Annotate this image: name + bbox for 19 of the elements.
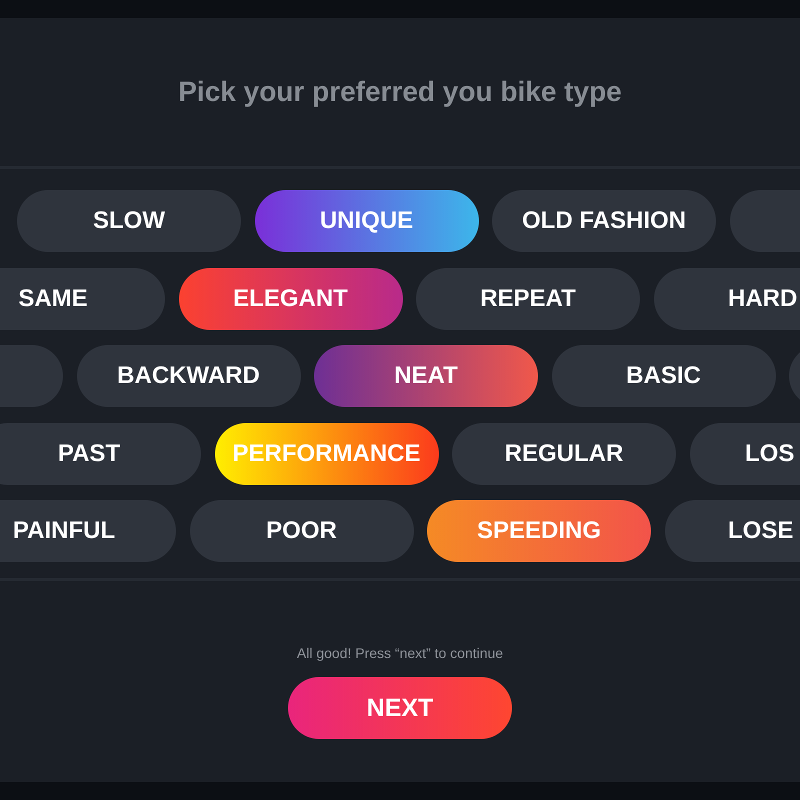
option-chip[interactable]: LOS [690, 422, 800, 484]
option-chip[interactable]: PAINFUL [0, 500, 176, 562]
option-chip[interactable]: LOSE [664, 500, 800, 562]
option-chip[interactable]: HARD [654, 268, 800, 330]
option-chip[interactable]: REPEAT [416, 268, 640, 330]
next-button[interactable]: NEXT [288, 677, 512, 739]
option-chip[interactable]: ELEGANT [178, 268, 402, 330]
page-title: Pick your preferred you bike type [178, 76, 622, 108]
option-chip[interactable]: SAME [0, 268, 165, 330]
option-chip[interactable]: PAST [0, 422, 201, 484]
hint-text: All good! Press “next” to continue [296, 645, 504, 661]
option-chip[interactable]: NEAT [314, 345, 538, 407]
option-chip[interactable]: POOR [190, 500, 414, 562]
option-chip[interactable]: BASIC [552, 345, 776, 407]
option-chip[interactable]: UNIQUE [254, 190, 478, 252]
option-chip[interactable]: OLD FASHION [492, 190, 716, 252]
option-chip[interactable]: SLOW [17, 190, 241, 252]
option-chip[interactable]: BACKWARD [76, 345, 300, 407]
option-chip[interactable]: REGULAR [452, 422, 676, 484]
